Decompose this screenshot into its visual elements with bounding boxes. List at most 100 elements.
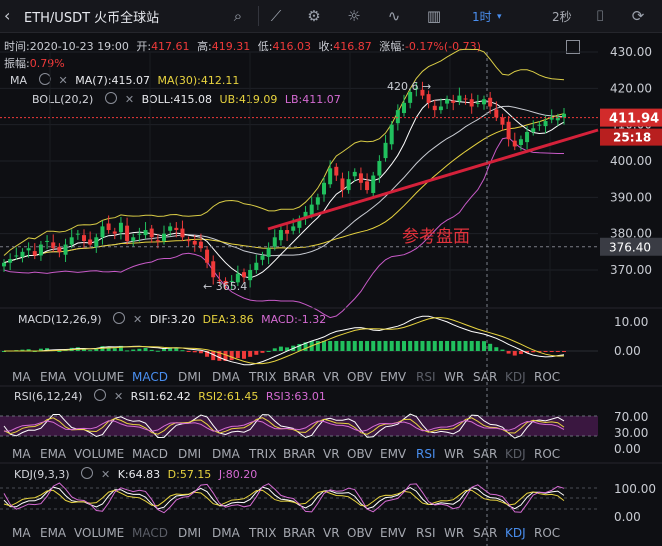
rsi-tick-label: 70.00 <box>614 410 648 424</box>
tab-macd[interactable]: MACD <box>132 370 168 384</box>
macd-bar <box>272 348 277 351</box>
macd-bar <box>137 348 142 351</box>
tab-vr[interactable]: VR <box>323 447 340 461</box>
macd-settings-icon[interactable] <box>113 312 126 324</box>
rsi2-value: RSI2:61.45 <box>198 390 259 403</box>
kdj-name: KDJ(9,3,3) <box>14 468 70 481</box>
tab-kdj[interactable]: KDJ <box>505 447 526 461</box>
tab-dmi[interactable]: DMI <box>178 526 201 540</box>
candle-body <box>291 226 296 231</box>
tab-ema[interactable]: EMA <box>40 370 66 384</box>
candle-body <box>506 121 511 140</box>
tab-dma[interactable]: DMA <box>212 526 240 540</box>
candle-body <box>149 228 154 238</box>
candle-body <box>168 226 173 231</box>
candle-body <box>352 171 357 177</box>
tab-volume[interactable]: VOLUME <box>74 370 124 384</box>
tab-roc[interactable]: ROC <box>534 526 560 540</box>
high-annotation: 420.6 → <box>387 80 431 93</box>
macd-bar <box>420 341 425 351</box>
rsi-close-icon[interactable]: ✕ <box>114 390 123 403</box>
candle-body <box>389 124 394 145</box>
candle-body <box>365 181 370 191</box>
tab-ma[interactable]: MA <box>12 526 31 540</box>
d-value: D:57.15 <box>167 468 212 481</box>
tab-ema[interactable]: EMA <box>40 526 66 540</box>
tab-obv[interactable]: OBV <box>347 447 373 461</box>
tab-ma[interactable]: MA <box>12 447 31 461</box>
tab-roc[interactable]: ROC <box>534 447 560 461</box>
macd-bar <box>531 351 536 353</box>
tab-emv[interactable]: EMV <box>380 447 406 461</box>
tab-ema[interactable]: EMA <box>40 447 66 461</box>
tab-trix[interactable]: TRIX <box>249 526 276 540</box>
macd-bar <box>57 351 62 352</box>
macd-bar <box>328 341 333 351</box>
tab-wr[interactable]: WR <box>444 447 464 461</box>
trend-line <box>267 128 599 231</box>
tab-emv[interactable]: EMV <box>380 370 406 384</box>
macd-bar <box>149 349 154 351</box>
tab-rsi[interactable]: RSI <box>416 370 436 384</box>
tab-brar[interactable]: BRAR <box>283 447 316 461</box>
tab-kdj[interactable]: KDJ <box>505 370 526 384</box>
kdj-settings-icon[interactable] <box>81 467 93 479</box>
tab-volume[interactable]: VOLUME <box>74 526 124 540</box>
macd-bar <box>432 341 437 351</box>
dea-value: DEA:3.86 <box>202 313 254 326</box>
tab-vr[interactable]: VR <box>323 526 340 540</box>
macd-bar <box>395 341 400 351</box>
tab-rsi[interactable]: RSI <box>416 526 436 540</box>
candle-body <box>112 231 117 234</box>
tab-sar[interactable]: SAR <box>473 370 497 384</box>
macd-bar <box>260 351 265 353</box>
tab-dma[interactable]: DMA <box>212 370 240 384</box>
macd-bar <box>248 351 253 357</box>
tab-obv[interactable]: OBV <box>347 526 373 540</box>
tab-ma[interactable]: MA <box>12 370 31 384</box>
tab-vr[interactable]: VR <box>323 370 340 384</box>
tab-dmi[interactable]: DMI <box>178 447 201 461</box>
macd-bar <box>463 341 468 351</box>
macd-bar <box>475 341 480 351</box>
candle-body <box>346 179 351 191</box>
kdj-tick-label: 100.00 <box>614 482 656 496</box>
tab-macd[interactable]: MACD <box>132 447 168 461</box>
candle-body <box>143 230 148 236</box>
tab-brar[interactable]: BRAR <box>283 370 316 384</box>
tab-dma[interactable]: DMA <box>212 447 240 461</box>
macd-close-icon[interactable]: ✕ <box>133 313 142 326</box>
candle-body <box>180 228 185 238</box>
tab-trix[interactable]: TRIX <box>249 447 276 461</box>
rsi-settings-icon[interactable] <box>93 389 106 401</box>
tab-brar[interactable]: BRAR <box>283 526 316 540</box>
macd-bar <box>383 341 388 351</box>
rsi-tick-label: 0.00 <box>614 442 641 456</box>
tab-obv[interactable]: OBV <box>347 370 373 384</box>
tab-volume[interactable]: VOLUME <box>74 447 124 461</box>
tab-sar[interactable]: SAR <box>473 447 497 461</box>
j-value: J:80.20 <box>218 468 258 481</box>
tab-roc[interactable]: ROC <box>534 370 560 384</box>
tab-sar[interactable]: SAR <box>473 526 497 540</box>
candle-body <box>457 95 462 102</box>
macd-name: MACD(12,26,9) <box>18 313 102 326</box>
tab-dmi[interactable]: DMI <box>178 370 201 384</box>
macd-bar <box>494 347 499 351</box>
macd-bar <box>112 348 117 351</box>
tab-emv[interactable]: EMV <box>380 526 406 540</box>
tab-macd[interactable]: MACD <box>132 526 168 540</box>
kdj-close-icon[interactable]: ✕ <box>101 468 110 481</box>
candle-body <box>88 239 93 245</box>
tab-rsi[interactable]: RSI <box>416 447 436 461</box>
rsi1-value: RSI1:62.42 <box>130 390 191 403</box>
macd-bar <box>192 351 197 353</box>
tab-wr[interactable]: WR <box>444 526 464 540</box>
macd-bar <box>549 351 554 352</box>
candle-body <box>309 204 314 215</box>
kdj-tick-label: 0.00 <box>614 510 641 524</box>
macd-bar <box>131 349 136 351</box>
tab-wr[interactable]: WR <box>444 370 464 384</box>
tab-trix[interactable]: TRIX <box>249 370 276 384</box>
tab-kdj[interactable]: KDJ <box>505 526 526 540</box>
